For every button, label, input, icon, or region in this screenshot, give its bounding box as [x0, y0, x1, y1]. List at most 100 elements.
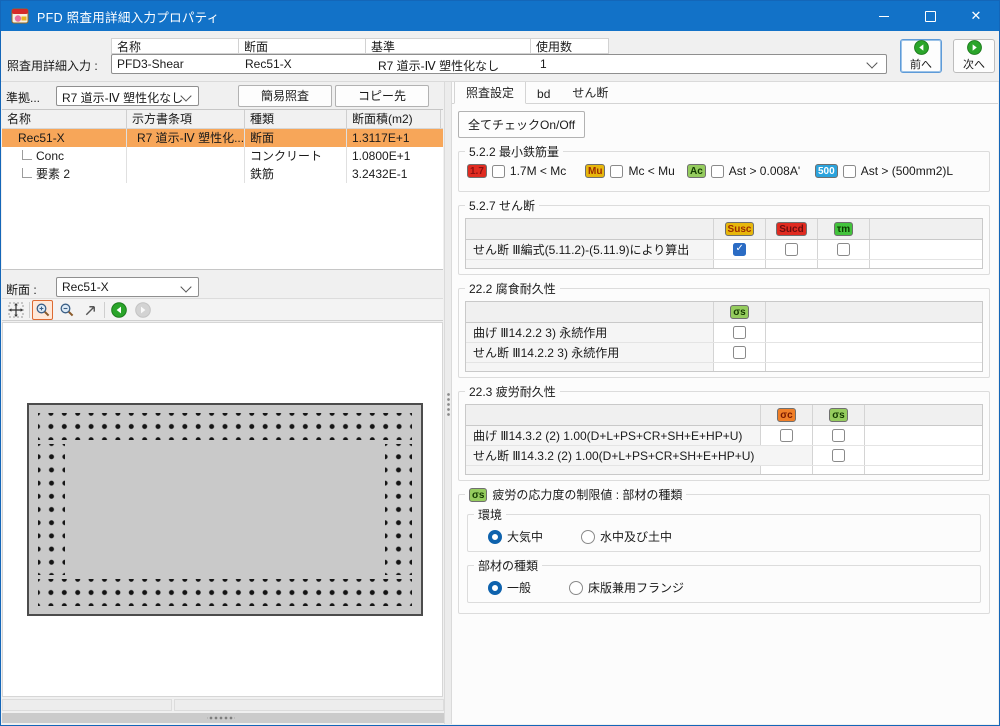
rebar-dots-top [38, 413, 412, 440]
checkbox-sucd[interactable] [785, 243, 798, 256]
check-item-label: Ast > (500mm2)L [861, 164, 953, 178]
section-drawing-canvas[interactable] [2, 322, 443, 697]
group-title: 部材の種類 [474, 557, 542, 574]
checkbox-mc-mu[interactable] [610, 165, 623, 178]
fatigue-table-header: σc σs [466, 405, 982, 426]
horizontal-scrollbar[interactable] [2, 713, 444, 723]
checkbox-bend-permanent[interactable] [733, 326, 746, 339]
radio-label: 一般 [507, 579, 531, 596]
minimize-button[interactable] [861, 1, 907, 31]
shear-table-row: せん断 Ⅲ編式(5.11.2)-(5.11.9)により算出 [466, 240, 982, 260]
section-tree-table: 名称 示方書条項 種類 断面積(m2) Rec51-X R7 道示-Ⅳ 塑性化.… [2, 109, 443, 270]
checkbox-ast-500[interactable] [843, 165, 856, 178]
simple-check-button[interactable]: 簡易照査 [238, 85, 332, 107]
group-title: 22.2 腐食耐久性 [465, 280, 560, 297]
badge-ac-icon: Ac [687, 164, 706, 178]
radio-label: 大気中 [507, 528, 543, 545]
green-left-arrow-icon [914, 40, 929, 55]
view-forward-button[interactable] [132, 300, 153, 320]
environment-options: 大気中 水中及び土中 [474, 528, 974, 545]
fatigue-table-row: 曲げ Ⅲ14.3.2 (2) 1.00(D+L+PS+CR+SH+E+HP+U) [466, 426, 982, 446]
group-corrosion-durability: 22.2 腐食耐久性 σs 曲げ Ⅲ14.2.2 3) 永続作用 せん断 Ⅲ14… [458, 280, 990, 378]
corrosion-table: σs 曲げ Ⅲ14.2.2 3) 永続作用 せん断 Ⅲ14.2.2 3) 永続作… [465, 301, 983, 372]
radio-option-in-water-soil[interactable]: 水中及び土中 [581, 528, 672, 545]
panel-splitter[interactable] [444, 82, 452, 724]
checkbox-fatigue-bend-sigma-s[interactable] [832, 429, 845, 442]
detail-input-label: 照査用詳細入力 : [7, 57, 98, 74]
radio-in-water-soil[interactable] [581, 530, 595, 544]
group-title: σs 疲労の応力度の制限値 : 部材の種類 [465, 486, 686, 503]
rebar-dots-left [38, 444, 65, 575]
check-item: 500 Ast > (500mm2)L [815, 164, 953, 178]
table-row[interactable]: Rec51-X R7 道示-Ⅳ 塑性化... 断面 1.3117E+1 [2, 129, 443, 147]
prev-button-label: 前へ [910, 56, 932, 72]
badge-sigma-s-icon: σs [469, 488, 487, 502]
radio-label: 床版兼用フランジ [588, 579, 684, 596]
toolbar-separator [29, 302, 30, 318]
close-button[interactable]: ✕ [953, 1, 999, 31]
checkbox-shear-permanent[interactable] [733, 346, 746, 359]
group-title: 5.2.2 最小鉄筋量 [465, 143, 563, 160]
shear-table: Susc Sucd τm せん断 Ⅲ編式(5.11.2)-(5.11.9)により… [465, 218, 983, 269]
detail-input-usecount: 1 [540, 57, 547, 71]
window-controls: ✕ [861, 1, 999, 31]
maximize-button[interactable] [907, 1, 953, 31]
splitter-grip-icon [447, 392, 450, 418]
corrosion-table-row: せん断 Ⅲ14.2.2 3) 永続作用 [466, 343, 982, 363]
checkbox-susc[interactable] [733, 243, 746, 256]
checkbox-ast-008[interactable] [711, 165, 724, 178]
detail-input-combobox[interactable]: PFD3-Shear Rec51-X R7 道示-Ⅳ 塑性化なし 1 [111, 54, 887, 74]
tree-branch-icon [22, 150, 32, 160]
minimize-icon [879, 16, 889, 17]
radio-option-deck-flange[interactable]: 床版兼用フランジ [569, 579, 684, 596]
tree-branch-icon [22, 168, 32, 178]
app-icon [11, 7, 29, 25]
zoom-in-button[interactable] [32, 300, 53, 320]
tab-strip: 照査設定 bd せん断 [452, 82, 998, 104]
checkbox-1.7M[interactable] [492, 165, 505, 178]
diagonal-arrow-icon [83, 303, 98, 318]
member-type-options: 一般 床版兼用フランジ [474, 579, 974, 596]
fit-view-button[interactable] [5, 300, 26, 320]
section-combobox[interactable]: Rec51-X [56, 277, 199, 297]
shear-row-label: せん断 Ⅲ編式(5.11.2)-(5.11.9)により算出 [466, 240, 714, 259]
chevron-down-icon [866, 57, 877, 68]
check-item-label: Ast > 0.008A' [729, 164, 800, 178]
check-item: Ac Ast > 0.008A' [687, 164, 800, 178]
checkbox-fatigue-bend-sigma-c[interactable] [780, 429, 793, 442]
green-back-icon [111, 302, 127, 318]
scrollbar-grip[interactable] [207, 716, 235, 720]
rebar-dots-right [385, 444, 412, 575]
check-all-button[interactable]: 全てチェックOn/Off [458, 111, 585, 138]
tab-bd[interactable]: bd [526, 84, 561, 103]
status-segment-right [174, 699, 444, 711]
radio-in-air[interactable] [488, 530, 502, 544]
tab-inspection-settings[interactable]: 照査設定 [454, 82, 526, 104]
chevron-down-icon [180, 281, 191, 292]
tree-table-header: 名称 示方書条項 種類 断面積(m2) [2, 110, 443, 129]
standard-combobox[interactable]: R7 道示-Ⅳ 塑性化なし [56, 86, 199, 106]
column-header-usecount: 使用数 [530, 38, 609, 54]
column-header-name: 名称 [111, 38, 239, 54]
checkbox-fatigue-shear-sigma-s[interactable] [832, 449, 845, 462]
radio-deck-flange[interactable] [569, 581, 583, 595]
table-row[interactable]: Conc コンクリート 1.0800E+1 [2, 147, 443, 165]
view-back-button[interactable] [108, 300, 129, 320]
radio-general[interactable] [488, 581, 502, 595]
copy-to-button[interactable]: コピー先 [335, 85, 429, 107]
titlebar: PFD 照査用詳細入力プロパティ ✕ [1, 1, 999, 31]
prev-button[interactable]: 前へ [900, 39, 942, 73]
column-header-section: 断面 [238, 38, 366, 54]
corrosion-row-label: せん断 Ⅲ14.2.2 3) 永続作用 [466, 343, 714, 362]
zoom-out-button[interactable] [56, 300, 77, 320]
section-value: Rec51-X [62, 280, 109, 294]
table-row[interactable]: 要素 2 鉄筋 3.2432E-1 [2, 165, 443, 183]
next-button[interactable]: 次へ [953, 39, 995, 73]
radio-option-in-air[interactable]: 大気中 [488, 528, 543, 545]
extend-view-button[interactable] [80, 300, 101, 320]
radio-option-general[interactable]: 一般 [488, 579, 531, 596]
checkbox-tm[interactable] [837, 243, 850, 256]
group-title: 22.3 疲労耐久性 [465, 383, 560, 400]
tab-shear[interactable]: せん断 [561, 82, 619, 103]
right-panel: 照査設定 bd せん断 全てチェックOn/Off 5.2.2 最小鉄筋量 1.7… [452, 82, 998, 724]
